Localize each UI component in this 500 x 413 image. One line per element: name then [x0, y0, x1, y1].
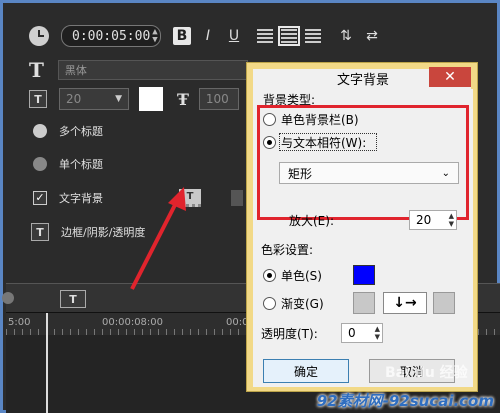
- text-bg-checkbox[interactable]: ✓: [33, 191, 47, 205]
- align-center-icon[interactable]: [278, 26, 300, 46]
- site-watermark: 92素材网-92sucai.com: [316, 392, 494, 410]
- single-title-option[interactable]: 单个标题 ▤: [33, 156, 262, 172]
- format-toolbar: 0:00:05:00 ▲ ▼ B I U ⇅ ⇄: [29, 25, 381, 47]
- single-bg-label[interactable]: 单色背景栏(B): [281, 111, 359, 128]
- timecode-spinner-icon[interactable]: ▲ ▼: [152, 28, 157, 45]
- multi-title-radio[interactable]: [33, 124, 47, 138]
- single-bg-radio[interactable]: [263, 113, 276, 126]
- gradient-radio[interactable]: [263, 297, 276, 310]
- text-bg-label: 文字背景: [59, 192, 103, 205]
- underline-button[interactable]: U: [225, 27, 243, 45]
- line-spacing-value: 100: [205, 92, 229, 106]
- gradient-label[interactable]: 渐变(G): [281, 295, 324, 312]
- baidu-watermark: Bai du 经验: [385, 365, 468, 381]
- font-color-swatch[interactable]: [139, 87, 163, 111]
- zoom-field[interactable]: 20 ▲ ▼: [409, 210, 457, 230]
- border-shadow-icon[interactable]: T: [31, 223, 49, 241]
- clock-icon: [29, 26, 49, 46]
- title-track-icon[interactable]: T: [60, 290, 86, 308]
- zoom-value: 20: [416, 213, 432, 227]
- font-row: T 黑体: [29, 58, 248, 82]
- font-size-select[interactable]: 20 ▼: [59, 88, 129, 110]
- vertical-text-icon[interactable]: ⇅: [337, 27, 355, 45]
- font-icon: T: [29, 58, 44, 82]
- align-right-icon[interactable]: [305, 29, 321, 43]
- font-value: 黑体: [64, 64, 87, 77]
- multi-title-option[interactable]: 多个标题 ▤: [33, 123, 262, 139]
- close-button[interactable]: ✕: [429, 67, 471, 87]
- text-direction-icon[interactable]: ⇄: [363, 27, 381, 45]
- close-icon: ✕: [444, 69, 456, 85]
- opacity-spinner-icon[interactable]: ▲ ▼: [375, 325, 380, 341]
- font-select[interactable]: 黑体: [57, 60, 248, 80]
- color-settings-label: 色彩设置:: [261, 243, 314, 257]
- font-size-value: 20: [66, 92, 82, 106]
- single-color-label[interactable]: 单色(S): [281, 267, 322, 284]
- line-spacing-icon: Ŧ: [177, 89, 189, 109]
- ruler-tick-label: 5:00: [8, 317, 31, 328]
- gradient-start-swatch[interactable]: [353, 292, 375, 314]
- fit-text-radio[interactable]: [263, 136, 276, 149]
- multi-title-label: 多个标题: [59, 125, 103, 138]
- gradient-direction-button[interactable]: ↓→: [383, 292, 427, 314]
- shape-value: 矩形: [288, 166, 313, 181]
- single-title-radio[interactable]: [33, 157, 47, 171]
- timeline-scroll-knob[interactable]: [2, 292, 14, 304]
- gradient-end-swatch[interactable]: [433, 292, 455, 314]
- arrow-down-right-icon: ↓→: [393, 295, 417, 311]
- shape-select[interactable]: 矩形 ⌄: [279, 162, 459, 184]
- opacity-value: 0: [348, 326, 356, 340]
- align-left-icon[interactable]: [257, 29, 273, 43]
- dialog-body: 背景类型: 单色背景栏(B) 与文本相符(W): 矩形 ⌄ 放大(E): 20 …: [253, 89, 473, 387]
- playhead[interactable]: [46, 313, 48, 413]
- zoom-spinner-icon[interactable]: ▲ ▼: [449, 212, 454, 228]
- extra-option-button[interactable]: [231, 190, 243, 206]
- italic-button[interactable]: I: [199, 27, 217, 45]
- chevron-down-icon: ⌄: [441, 167, 450, 179]
- timecode-value: 0:00:05:00: [72, 28, 151, 44]
- zoom-label: 放大(E):: [289, 214, 334, 228]
- size-row: T 20 ▼ Ŧ 100: [29, 87, 239, 111]
- single-color-swatch[interactable]: [353, 265, 375, 285]
- line-spacing-field[interactable]: 100: [198, 88, 239, 110]
- single-title-label: 单个标题: [59, 158, 103, 171]
- timecode-field[interactable]: 0:00:05:00 ▲ ▼: [61, 25, 161, 47]
- font-size-icon: T: [29, 90, 47, 108]
- chevron-down-icon: ▼: [115, 94, 122, 104]
- text-background-dialog: 文字背景 ✕ 背景类型: 单色背景栏(B) 与文本相符(W): 矩形 ⌄ 放大(…: [246, 62, 478, 392]
- ok-button[interactable]: 确定: [263, 359, 349, 383]
- opacity-label: 透明度(T):: [261, 327, 318, 341]
- single-color-radio[interactable]: [263, 269, 276, 282]
- fit-text-label[interactable]: 与文本相符(W):: [281, 134, 366, 151]
- bold-button[interactable]: B: [173, 27, 191, 45]
- ruler-tick-label: 00:00:08:00: [102, 317, 164, 328]
- opacity-field[interactable]: 0 ▲ ▼: [341, 323, 383, 343]
- annotation-arrow: [130, 187, 186, 290]
